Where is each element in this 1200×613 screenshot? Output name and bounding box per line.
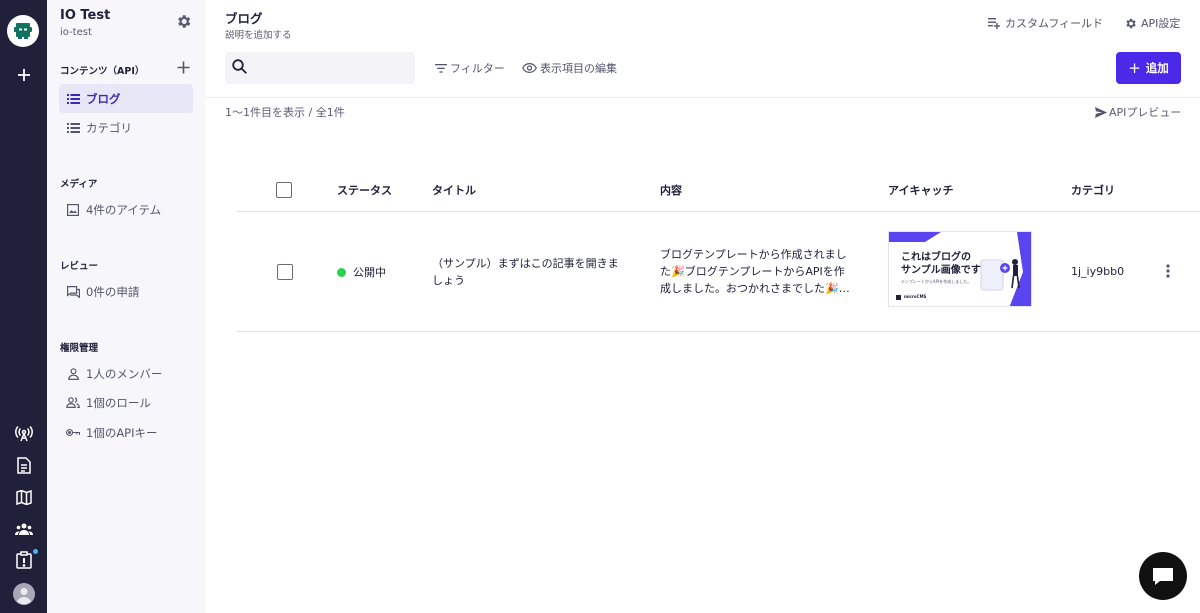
search-input[interactable] <box>253 61 403 75</box>
row-title-line: しょう <box>432 274 465 287</box>
sidebar-item-label: 1人のメンバー <box>86 366 163 381</box>
row-title-line: （サンプル）まずはこの記事を開きま <box>432 257 619 270</box>
notice-icon[interactable] <box>0 545 47 575</box>
filter-label: フィルター <box>450 62 505 75</box>
person-icon <box>66 367 80 381</box>
column-header-status[interactable]: ステータス <box>337 182 392 198</box>
list-icon <box>66 92 80 106</box>
row-content-line: ブログテンプレートから作成されまし <box>660 248 847 261</box>
sidebar-item-label: 0件の申請 <box>86 284 140 299</box>
search-icon <box>232 58 247 78</box>
header-divider <box>205 97 1200 98</box>
result-count: 1〜1件目を表示 / 全1件 <box>225 106 345 119</box>
list-icon <box>66 121 80 135</box>
row-content-line: た🎉ブログテンプレートからAPIを作 <box>660 265 845 278</box>
playlist-add-icon <box>988 17 1001 29</box>
status-badge: 公開中 <box>337 264 386 280</box>
filter-icon <box>435 63 447 73</box>
eyecatch-thumbnail[interactable]: これはブログの サンプル画像です テンプレートからAPIを作成しました。 mic… <box>888 231 1032 307</box>
chat-support-icon[interactable] <box>1139 552 1187 600</box>
sidebar-item-roles[interactable]: 1個のロール <box>59 388 193 417</box>
column-header-content[interactable]: 内容 <box>660 182 682 198</box>
row-title[interactable]: （サンプル）まずはこの記事を開きま しょう <box>432 255 619 289</box>
service-id: io-test <box>60 27 92 38</box>
sidebar-item-api-keys[interactable]: 1個のAPIキー <box>59 418 193 447</box>
sidebar-item-label: ブログ <box>86 91 121 106</box>
eyecatch-title-line: これはブログの <box>901 252 971 263</box>
global-rail <box>0 0 47 613</box>
add-content-label: 追加 <box>1145 61 1169 75</box>
more-vert-icon[interactable] <box>1160 263 1176 279</box>
eyecatch-title-line: サンプル画像です <box>901 265 981 276</box>
row-content-line: 成しました。おつかれさまでした🎉… <box>660 282 850 295</box>
gear-icon <box>1124 17 1137 30</box>
eyecatch-brand: microCMS <box>904 294 927 299</box>
service-sidebar: IO Test io-test コンテンツ（API） ブログ カテゴリ メディア <box>47 0 205 613</box>
media-heading: メディア <box>60 179 98 190</box>
row-content[interactable]: ブログテンプレートから作成されまし た🎉ブログテンプレートからAPIを作 成しま… <box>660 246 850 297</box>
image-icon <box>66 203 80 217</box>
review-icon <box>66 285 80 299</box>
add-description-link[interactable]: 説明を追加する <box>225 27 292 41</box>
broadcast-icon[interactable] <box>0 419 47 449</box>
add-api-plus-icon[interactable] <box>175 59 191 75</box>
contents-heading: コンテンツ（API） <box>60 66 145 77</box>
api-settings-label: API設定 <box>1141 17 1181 30</box>
row-category[interactable]: 1j_iy9bb0 <box>1071 263 1124 280</box>
add-service-icon[interactable] <box>0 60 47 90</box>
send-icon <box>1095 106 1107 118</box>
document-icon[interactable] <box>0 450 47 480</box>
sidebar-item-label: 1個のAPIキー <box>86 425 158 440</box>
sidebar-item-review[interactable]: 0件の申請 <box>59 277 193 306</box>
map-icon[interactable] <box>0 482 47 512</box>
custom-fields-label: カスタムフィールド <box>1005 17 1104 30</box>
published-dot-icon <box>337 267 346 277</box>
notification-badge <box>33 549 38 554</box>
column-header-category[interactable]: カテゴリ <box>1071 182 1115 198</box>
eye-icon <box>522 63 537 73</box>
page-title: ブログ <box>225 11 263 26</box>
eyecatch-subtitle: テンプレートからAPIを作成しました。 <box>901 279 972 284</box>
sidebar-item-label: カテゴリ <box>86 120 132 135</box>
sidebar-item-label: 1個のロール <box>86 395 151 410</box>
api-preview-link[interactable]: APIプレビュー <box>1095 104 1181 120</box>
display-items-button[interactable]: 表示項目の編集 <box>522 61 617 75</box>
status-label: 公開中 <box>353 266 386 279</box>
people-icon <box>66 396 80 410</box>
user-avatar[interactable] <box>0 579 47 609</box>
members-icon[interactable] <box>0 514 47 544</box>
plus-icon: + <box>1128 59 1141 77</box>
custom-fields-link[interactable]: カスタムフィールド <box>988 15 1103 31</box>
add-content-button[interactable]: + 追加 <box>1116 52 1181 84</box>
api-settings-link[interactable]: API設定 <box>1124 15 1180 31</box>
table-row-divider <box>237 331 1200 332</box>
sidebar-item-members[interactable]: 1人のメンバー <box>59 359 193 388</box>
search-box[interactable] <box>225 52 415 84</box>
column-header-eyecatch[interactable]: アイキャッチ <box>888 182 953 198</box>
service-settings-gear-icon[interactable] <box>173 11 193 31</box>
display-items-label: 表示項目の編集 <box>540 62 617 75</box>
column-header-title[interactable]: タイトル <box>432 182 476 198</box>
select-all-checkbox[interactable] <box>276 182 292 198</box>
sidebar-item-media[interactable]: 4件のアイテム <box>59 195 193 224</box>
permission-heading: 権限管理 <box>60 343 99 354</box>
table-header-divider <box>237 211 1200 212</box>
sidebar-item-blog[interactable]: ブログ <box>59 84 193 113</box>
sidebar-item-label: 4件のアイテム <box>86 202 162 217</box>
filter-button[interactable]: フィルター <box>435 61 505 75</box>
service-name: IO Test <box>60 8 111 23</box>
row-checkbox[interactable] <box>277 264 293 280</box>
review-heading: レビュー <box>60 261 99 272</box>
api-preview-label: APIプレビュー <box>1109 106 1182 119</box>
sidebar-item-category[interactable]: カテゴリ <box>59 113 193 142</box>
key-icon <box>66 426 80 440</box>
microcms-logo-icon[interactable] <box>7 15 39 47</box>
